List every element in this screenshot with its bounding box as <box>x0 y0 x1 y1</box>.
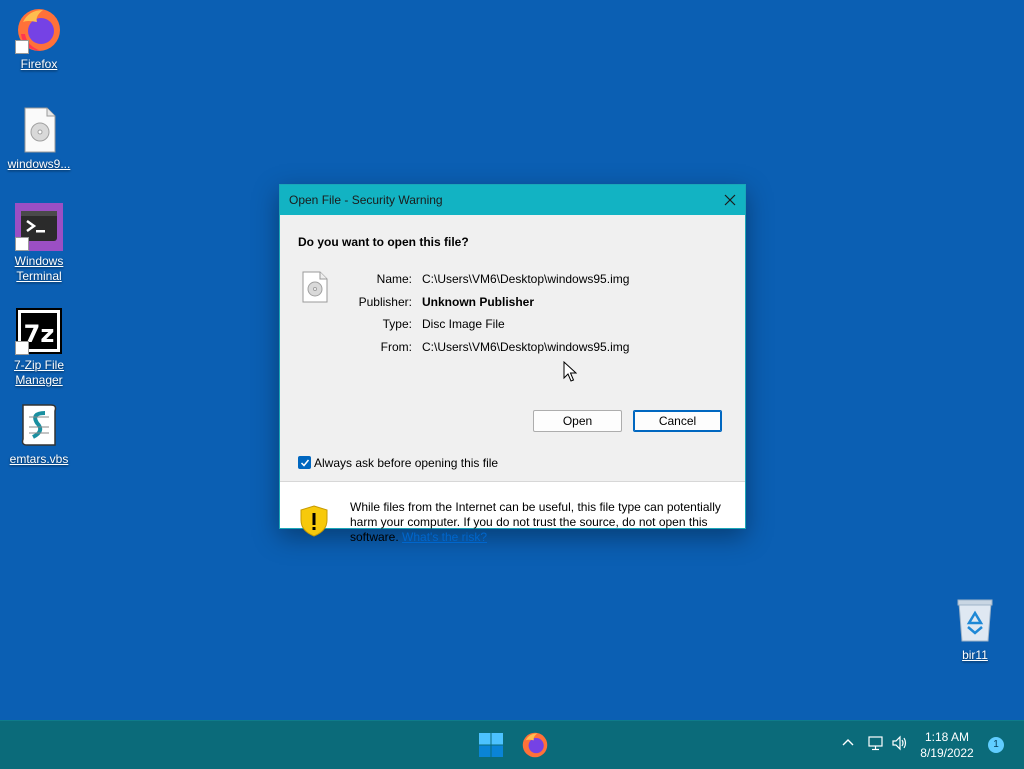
cancel-button[interactable]: Cancel <box>633 410 722 432</box>
mouse-cursor-icon <box>563 360 578 387</box>
firefox-icon <box>522 732 548 758</box>
close-icon <box>724 194 736 206</box>
warning-text: While files from the Internet can be use… <box>350 500 735 545</box>
desktop-icon-label: Windows Terminal <box>14 254 64 283</box>
security-warning-dialog: Open File - Security Warning Do you want… <box>279 184 746 544</box>
open-button[interactable]: Open <box>533 410 622 432</box>
script-file-icon <box>15 401 63 449</box>
7zip-icon: 7z <box>15 307 63 355</box>
desktop-icon-label: emtars.vbs <box>9 452 69 466</box>
always-ask-label[interactable]: Always ask before opening this file <box>314 456 498 470</box>
checkmark-icon <box>300 459 309 467</box>
type-label: Type: <box>382 317 412 331</box>
warning-area: While files from the Internet can be use… <box>280 482 745 544</box>
clock-date: 8/19/2022 <box>920 746 974 760</box>
taskbar-firefox-button[interactable] <box>521 731 549 759</box>
dialog-titlebar[interactable]: Open File - Security Warning <box>280 185 745 215</box>
taskbar: 1:18 AM 8/19/2022 1 <box>0 720 1024 769</box>
desktop-icon-windows95-img[interactable]: windows9... <box>0 106 78 172</box>
close-button[interactable] <box>715 185 745 215</box>
desktop-icon-7zip[interactable]: 7z 7-Zip File Manager <box>0 307 78 388</box>
show-hidden-icons-button[interactable] <box>841 735 855 754</box>
start-button[interactable] <box>477 731 505 759</box>
chevron-up-icon <box>842 739 854 746</box>
desktop-icon-recycle-bin[interactable]: bir11 <box>936 597 1014 663</box>
name-value: C:\Users\VM6\Desktop\windows95.img <box>422 272 630 286</box>
desktop-icon-firefox[interactable]: Firefox <box>0 6 78 72</box>
network-button[interactable] <box>867 735 885 756</box>
volume-button[interactable] <box>891 735 909 756</box>
dialog-question: Do you want to open this file? <box>298 235 469 249</box>
shortcut-arrow-icon <box>15 237 29 251</box>
desktop-icon-emtars-vbs[interactable]: emtars.vbs <box>0 401 78 467</box>
type-value: Disc Image File <box>422 317 505 331</box>
shortcut-arrow-icon <box>15 40 29 54</box>
desktop-icon-label: windows9... <box>7 157 71 171</box>
clock-time: 1:18 AM <box>924 730 970 744</box>
clock[interactable]: 1:18 AM 8/19/2022 <box>917 729 977 761</box>
firefox-icon <box>15 6 63 54</box>
name-label: Name: <box>376 272 412 286</box>
network-icon <box>868 736 883 751</box>
disc-image-file-icon <box>15 106 63 154</box>
desktop: Firefox windows9... Windows Terminal 7z … <box>0 0 1024 720</box>
shield-warning-icon <box>299 505 329 542</box>
whats-the-risk-link[interactable]: What's the risk? <box>402 530 487 544</box>
dialog-title: Open File - Security Warning <box>289 193 443 207</box>
desktop-icon-windows-terminal[interactable]: Windows Terminal <box>0 203 78 284</box>
notification-badge[interactable]: 1 <box>988 737 1004 753</box>
publisher-value: Unknown Publisher <box>422 295 535 309</box>
from-label: From: <box>380 340 412 354</box>
terminal-icon <box>15 203 63 251</box>
speaker-icon <box>892 735 907 751</box>
disc-image-file-icon <box>302 271 328 308</box>
shortcut-arrow-icon <box>15 341 29 355</box>
windows-logo-icon <box>479 733 503 757</box>
recycle-bin-icon <box>951 597 999 645</box>
desktop-icon-label: 7-Zip File Manager <box>13 358 64 387</box>
publisher-label: Publisher: <box>358 295 412 309</box>
always-ask-checkbox[interactable] <box>298 456 311 469</box>
desktop-icon-label: Firefox <box>20 57 58 71</box>
desktop-icon-label: bir11 <box>962 648 988 662</box>
from-value: C:\Users\VM6\Desktop\windows95.img <box>422 340 630 354</box>
